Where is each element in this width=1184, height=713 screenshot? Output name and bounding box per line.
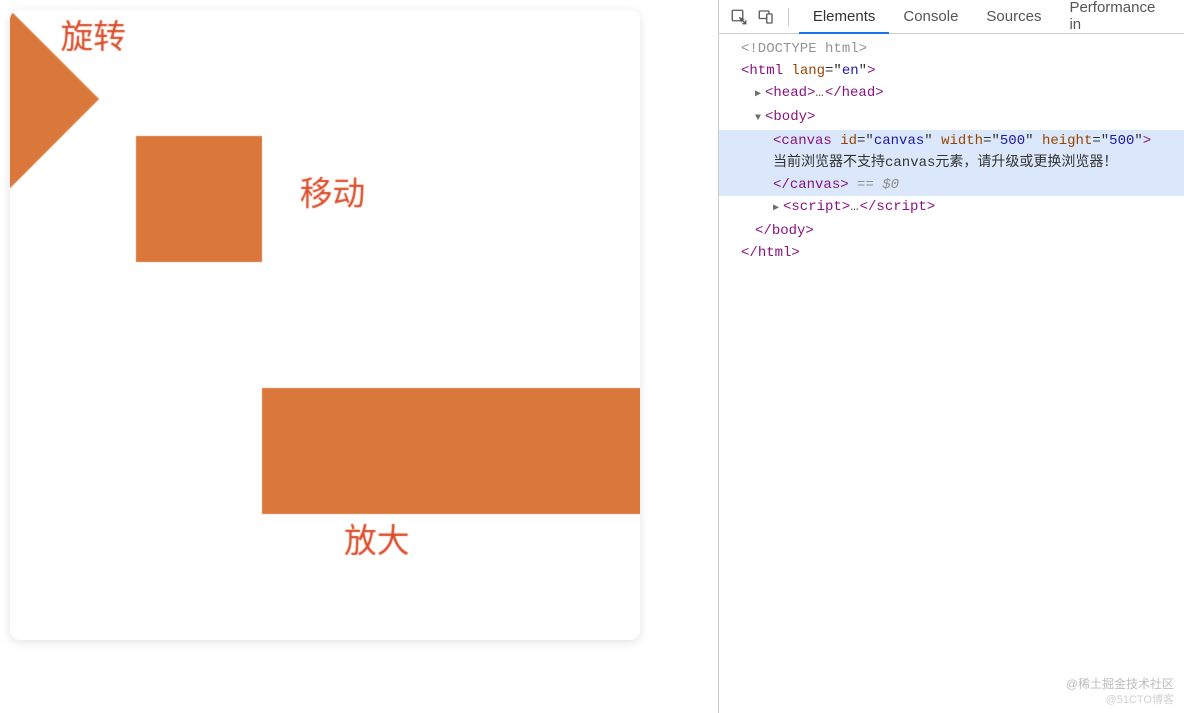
collapse-arrow-icon[interactable]: ▼ (755, 108, 765, 130)
dom-canvas-open[interactable]: <canvas id="canvas" width="500" height="… (719, 130, 1184, 152)
canvas-element (10, 10, 640, 640)
dom-head[interactable]: ▶<head>…</head> (719, 82, 1184, 106)
tab-sources[interactable]: Sources (972, 0, 1055, 34)
dom-canvas-close[interactable]: </canvas> == $0 (719, 174, 1184, 196)
page-preview-area (0, 0, 718, 713)
tab-performance[interactable]: Performance in (1055, 0, 1176, 34)
tab-console[interactable]: Console (889, 0, 972, 34)
elements-tree[interactable]: <!DOCTYPE html> <html lang="en"> ▶<head>… (719, 34, 1184, 713)
device-toggle-icon[interactable] (754, 5, 777, 29)
dom-selected-node[interactable]: ⋯ <canvas id="canvas" width="500" height… (719, 130, 1184, 196)
devtools-tabs: Elements Console Sources Performance in (799, 0, 1176, 33)
tab-elements[interactable]: Elements (799, 0, 890, 34)
dom-html-close[interactable]: </html> (719, 242, 1184, 264)
dom-html-open[interactable]: <html lang="en"> (719, 60, 1184, 82)
expand-arrow-icon[interactable]: ▶ (773, 198, 783, 220)
inspect-icon[interactable] (727, 5, 750, 29)
devtools-toolbar: Elements Console Sources Performance in (719, 0, 1184, 34)
dom-body-close[interactable]: </body> (719, 220, 1184, 242)
dom-body-open[interactable]: ▼<body> (719, 106, 1184, 130)
watermark-line-2: @51CTO博客 (1066, 693, 1174, 707)
dom-script[interactable]: ▶<script>…</script> (719, 196, 1184, 220)
expand-arrow-icon[interactable]: ▶ (755, 84, 765, 106)
watermark-line-1: @稀土掘金技术社区 (1066, 677, 1174, 693)
watermark: @稀土掘金技术社区 @51CTO博客 (1066, 677, 1174, 707)
dom-canvas-fallback[interactable]: 当前浏览器不支持canvas元素，请升级或更换浏览器！ (719, 152, 1184, 174)
canvas-container (10, 10, 640, 640)
devtools-panel: Elements Console Sources Performance in … (718, 0, 1184, 713)
toolbar-separator (788, 8, 789, 26)
dom-doctype[interactable]: <!DOCTYPE html> (719, 38, 1184, 60)
